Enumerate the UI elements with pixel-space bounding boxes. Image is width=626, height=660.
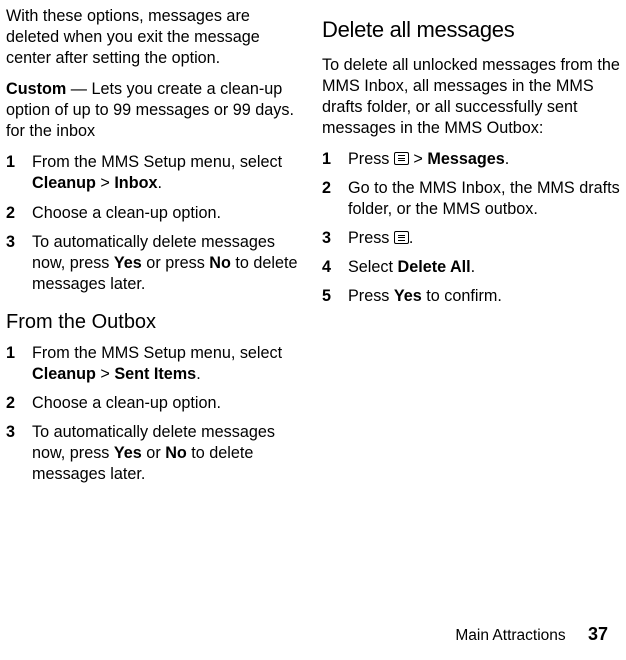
menu-icon xyxy=(394,231,409,244)
bold-text: No xyxy=(165,444,187,462)
right-column: Delete all messages To delete all unlock… xyxy=(322,6,620,611)
bold-text: Yes xyxy=(114,254,142,272)
list-number: 2 xyxy=(6,393,32,414)
list-number: 5 xyxy=(322,286,348,307)
list-number: 4 xyxy=(322,257,348,278)
list-text: Choose a clean-up option. xyxy=(32,203,304,224)
bold-text: No xyxy=(209,254,231,272)
delete-intro: To delete all unlocked messages from the… xyxy=(322,55,620,139)
list-number: 3 xyxy=(6,422,32,485)
outbox-step-3: 3 To automatically delete messages now, … xyxy=(6,422,304,485)
bold-text: Cleanup xyxy=(32,365,96,383)
list-text: Go to the MMS Inbox, the MMS drafts fold… xyxy=(348,178,620,220)
list-text: Press > Messages. xyxy=(348,149,620,170)
list-text: Choose a clean-up option. xyxy=(32,393,304,414)
inbox-step-2: 2 Choose a clean-up option. xyxy=(6,203,304,224)
inbox-step-1: 1 From the MMS Setup menu, select Cleanu… xyxy=(6,152,304,194)
list-text: Press . xyxy=(348,228,620,249)
list-text: To automatically delete messages now, pr… xyxy=(32,232,304,295)
list-number: 1 xyxy=(6,343,32,385)
outbox-step-1: 1 From the MMS Setup menu, select Cleanu… xyxy=(6,343,304,385)
delete-step-3: 3 Press . xyxy=(322,228,620,249)
text-fragment: > xyxy=(96,365,114,383)
list-number: 3 xyxy=(322,228,348,249)
text-fragment: Press xyxy=(348,150,394,168)
list-number: 2 xyxy=(6,203,32,224)
list-text: From the MMS Setup menu, select Cleanup … xyxy=(32,343,304,385)
page-content: With these options, messages are deleted… xyxy=(6,6,620,611)
custom-paragraph: Custom — Lets you create a clean-up opti… xyxy=(6,79,304,142)
text-fragment: > xyxy=(96,174,114,192)
text-fragment: > xyxy=(409,150,427,168)
list-number: 1 xyxy=(6,152,32,194)
page-footer: Main Attractions 37 xyxy=(455,623,608,646)
bold-text: Inbox xyxy=(114,174,157,192)
bold-text: Yes xyxy=(114,444,142,462)
menu-icon xyxy=(394,152,409,165)
outbox-step-2: 2 Choose a clean-up option. xyxy=(6,393,304,414)
text-fragment: or press xyxy=(142,254,209,272)
text-fragment: From the MMS Setup menu, select xyxy=(32,344,282,362)
left-column: With these options, messages are deleted… xyxy=(6,6,304,611)
text-fragment: . xyxy=(471,258,476,276)
text-fragment: . xyxy=(409,229,414,247)
page-number: 37 xyxy=(588,624,608,644)
text-fragment: or xyxy=(142,444,165,462)
text-fragment: . xyxy=(196,365,201,383)
bold-text: Messages xyxy=(427,150,504,168)
delete-step-4: 4 Select Delete All. xyxy=(322,257,620,278)
bold-text: Yes xyxy=(394,287,422,305)
list-number: 1 xyxy=(322,149,348,170)
list-number: 3 xyxy=(6,232,32,295)
text-fragment: Press xyxy=(348,287,394,305)
outbox-heading: From the Outbox xyxy=(6,309,304,335)
footer-section: Main Attractions xyxy=(455,627,565,644)
delete-step-1: 1 Press > Messages. xyxy=(322,149,620,170)
text-fragment: Press xyxy=(348,229,394,247)
bold-text: Cleanup xyxy=(32,174,96,192)
custom-label: Custom xyxy=(6,80,66,98)
intro-paragraph: With these options, messages are deleted… xyxy=(6,6,304,69)
text-fragment: . xyxy=(505,150,510,168)
bold-text: Delete All xyxy=(398,258,471,276)
list-number: 2 xyxy=(322,178,348,220)
bold-text: Sent Items xyxy=(114,365,196,383)
delete-step-5: 5 Press Yes to confirm. xyxy=(322,286,620,307)
delete-all-heading: Delete all messages xyxy=(322,16,620,45)
list-text: From the MMS Setup menu, select Cleanup … xyxy=(32,152,304,194)
list-text: Press Yes to confirm. xyxy=(348,286,620,307)
text-fragment: From the MMS Setup menu, select xyxy=(32,153,282,171)
list-text: Select Delete All. xyxy=(348,257,620,278)
text-fragment: Select xyxy=(348,258,398,276)
text-fragment: . xyxy=(157,174,162,192)
list-text: To automatically delete messages now, pr… xyxy=(32,422,304,485)
text-fragment: to confirm. xyxy=(422,287,502,305)
inbox-step-3: 3 To automatically delete messages now, … xyxy=(6,232,304,295)
delete-step-2: 2 Go to the MMS Inbox, the MMS drafts fo… xyxy=(322,178,620,220)
